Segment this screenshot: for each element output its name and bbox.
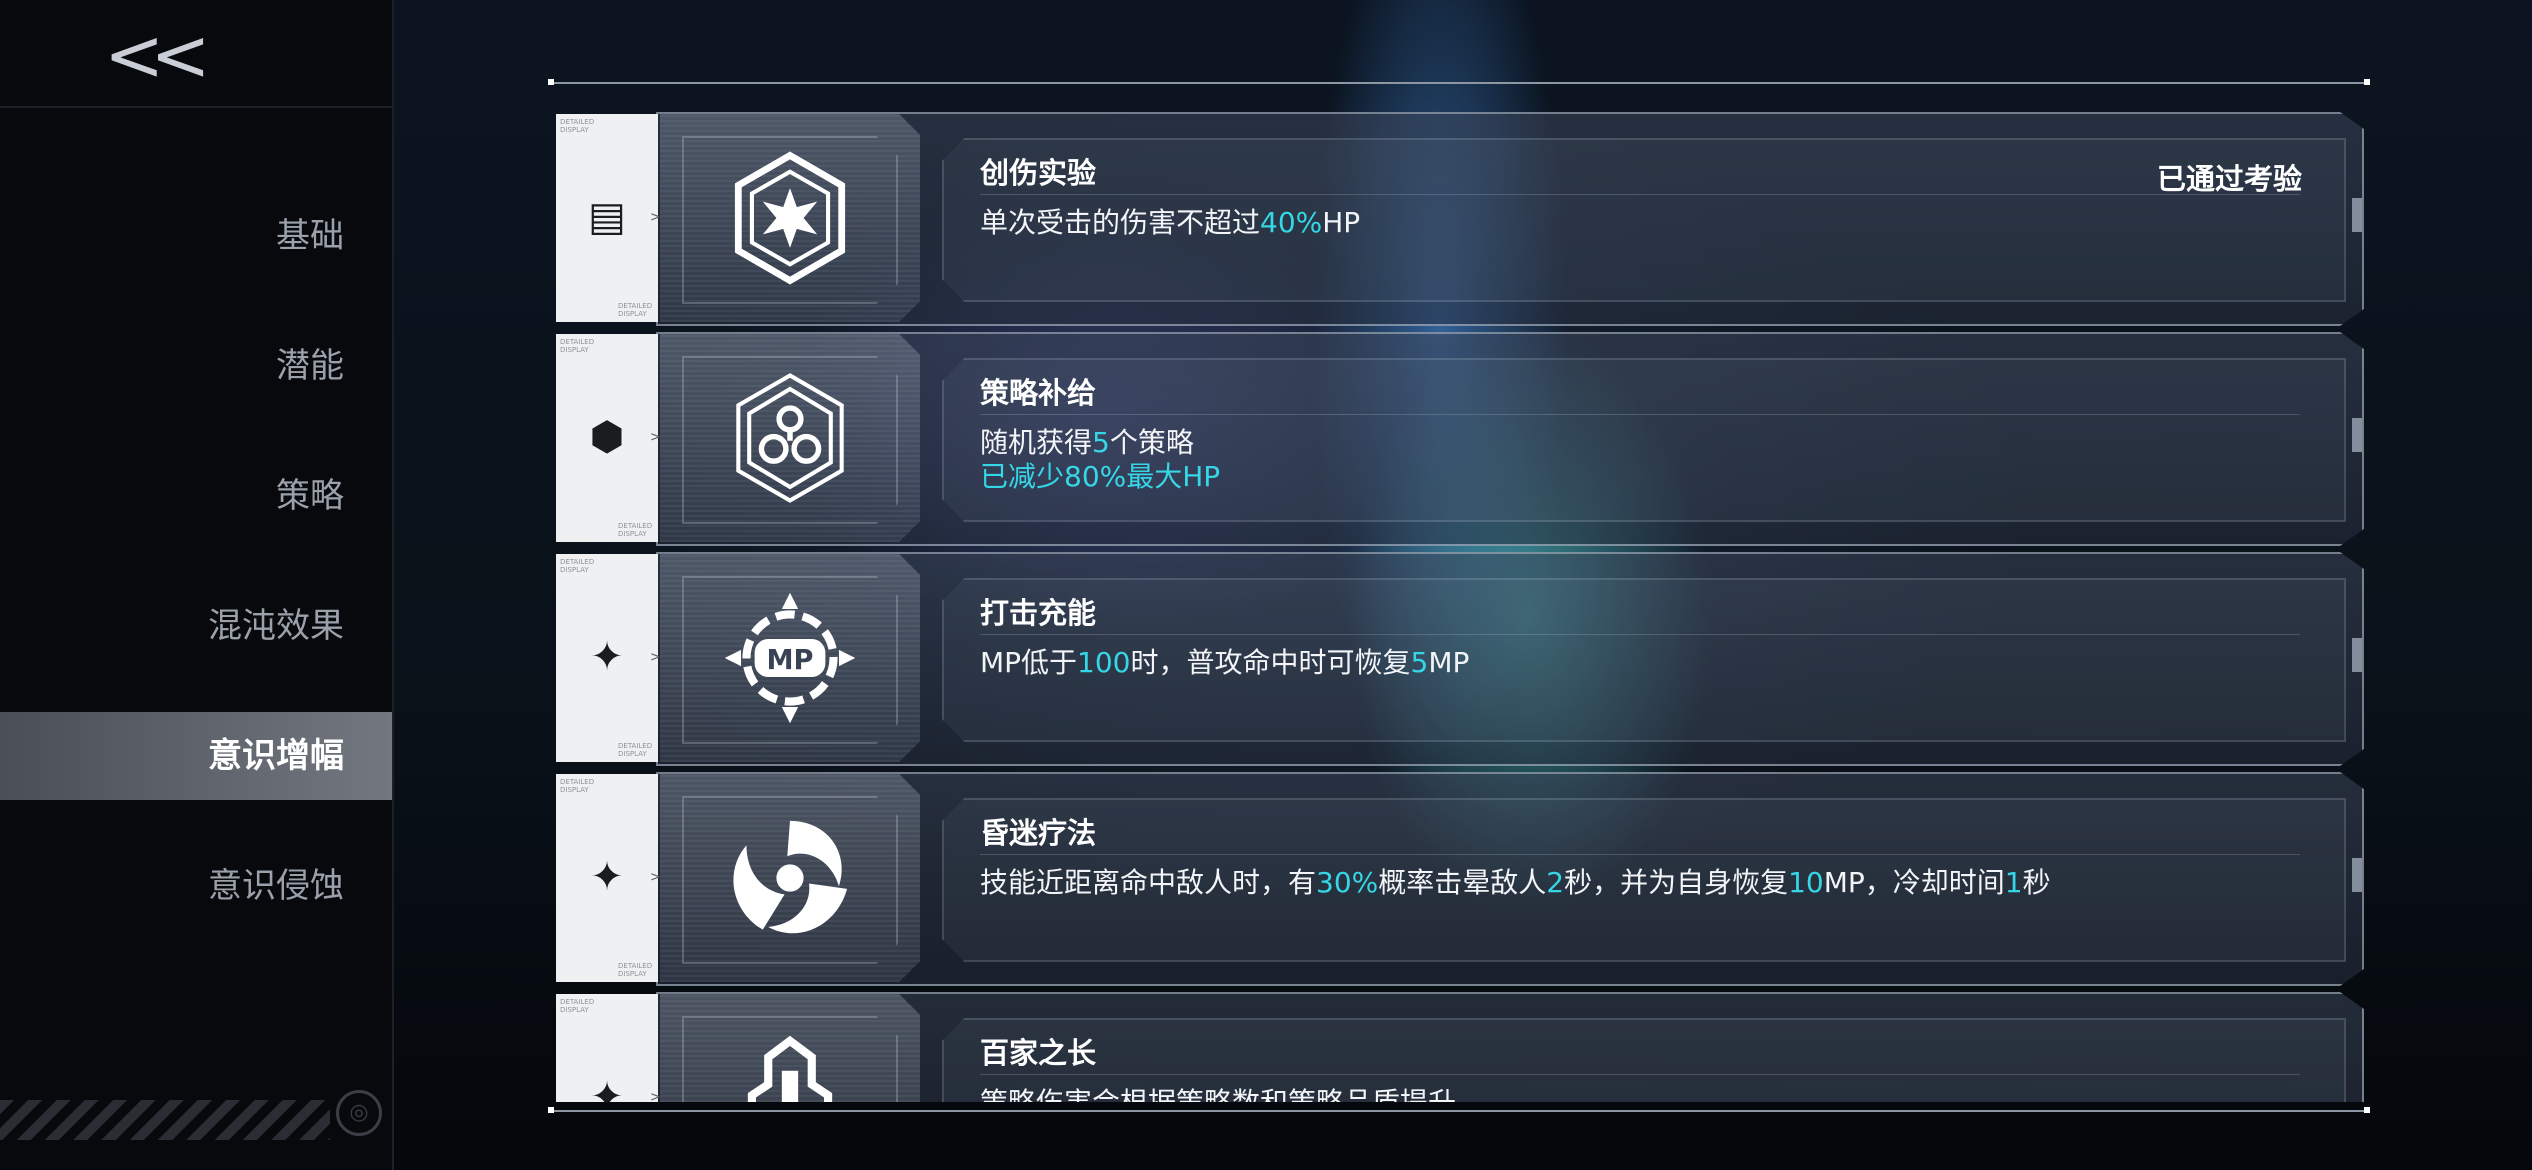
chevron-right-icon: > [650,1090,661,1102]
desc-text: MP，冷却时间 [1823,866,2005,899]
star-icon: ✦ [590,1074,624,1102]
supply-hex-icon [736,373,844,503]
passed-status: 已通过考验 [2156,162,2302,196]
effect-card[interactable]: DETAILED DISPLAY ⬢ > DETAILED DISPLAY 策略… [556,332,2364,546]
desc-highlight: 2 [1546,866,1565,899]
nav-item-basic[interactable]: 基础 [0,192,344,280]
nav-item-consciousness-amplify[interactable]: 意识增幅 [0,712,392,800]
nav-item-chaos-effects[interactable]: 混沌效果 [0,582,344,670]
desc-text: MP低于 [980,646,1078,679]
effect-icon-box [660,774,920,982]
chevron-right-icon: > [650,430,661,445]
mp-charge-icon: MP [724,592,856,724]
effect-description: 单次受击的伤害不超过40%HP [980,206,1360,240]
card-notch [2352,638,2362,672]
stack-icon: ▤ [588,194,626,240]
desc-highlight: 5 [1092,426,1110,459]
info-badge-icon: ◎ [336,1090,382,1136]
card-tag: DETAILED DISPLAY ✦ > DETAILED DISPLAY [556,774,661,982]
tag-label: DETAILED DISPLAY [560,338,595,354]
desc-highlight: 10 [1788,866,1824,899]
desc-text: 技能近距离命中敌人时，有 [980,866,1317,899]
effect-title: 昏迷疗法 [980,816,1097,850]
desc-text: 策略伤害会根据策略数和策略品质提升 [980,1086,1456,1102]
nav-item-strategy[interactable]: 策略 [0,452,344,540]
effect-description: 策略伤害会根据策略数和策略品质提升 [980,1086,1456,1102]
chevron-right-icon: > [650,210,661,225]
vortex-icon [733,820,848,934]
separator [980,854,2300,855]
desc-highlight: 1 [2004,866,2023,899]
tag-label: DETAILED DISPLAY [560,778,595,794]
desc-text: 秒，并为自身恢复 [1564,866,1789,899]
tag-label: DETAILED DISPLAY [618,962,653,978]
card-notch [2352,198,2362,232]
tag-label: DETAILED DISPLAY [560,118,595,134]
desc-highlight: 100 [1077,646,1131,679]
desc-text: 单次受击的伤害不超过 [980,206,1261,239]
effect-card[interactable]: DETAILED DISPLAY ✦ > DETAILED DISPLAY 昏迷… [556,772,2364,986]
effect-icon-box [660,114,920,322]
sidebar-divider [0,106,392,108]
desc-text: 时，普攻命中时可恢复 [1130,646,1411,679]
effects-list[interactable]: DETAILED DISPLAY ▤ > DETAILED DISPLAY 创伤… [556,110,2366,1102]
separator [980,634,2300,635]
tag-label: DETAILED DISPLAY [618,522,653,538]
effect-title: 百家之长 [980,1036,1097,1070]
tag-label: DETAILED DISPLAY [618,742,653,758]
desc-text: MP [1428,646,1470,679]
nav-item-potential[interactable]: 潜能 [0,322,344,410]
card-tag: DETAILED DISPLAY ▤ > DETAILED DISPLAY [556,114,661,322]
tag-label: DETAILED DISPLAY [618,302,653,318]
effect-description: 技能近距离命中敌人时，有30%概率击晕敌人2秒，并为自身恢复10MP，冷却时间1… [980,866,2051,900]
chevron-right-icon: > [650,650,661,665]
effect-description: MP低于100时，普攻命中时可恢复5MP [980,646,1469,680]
svg-text:MP: MP [767,645,814,676]
card-notch [2352,418,2362,452]
tag-label: DETAILED DISPLAY [560,998,595,1014]
desc-text: HP [1322,206,1361,239]
tower-icon [747,1035,833,1102]
effect-card[interactable]: DETAILED DISPLAY ✦ > DETAILED DISPLAY MP… [556,552,2364,766]
effect-card[interactable]: DETAILED DISPLAY ▤ > DETAILED DISPLAY 创伤… [556,112,2364,326]
desc-text: 秒 [2022,866,2051,899]
separator [980,414,2300,415]
list-top-border [548,79,2370,85]
desc-text: 概率击晕敌人 [1378,866,1547,899]
desc-highlight: 30% [1316,866,1379,899]
card-tag: DETAILED DISPLAY ✦ > DETAILED DISPLAY [556,554,661,762]
desc-highlight: 5 [1410,646,1429,679]
tag-label: DETAILED DISPLAY [560,558,595,574]
effect-icon-box [660,334,920,542]
effect-description: 随机获得5个策略 [980,426,1194,460]
star-icon: ✦ [590,854,624,900]
separator [980,194,2300,195]
card-tag: DETAILED DISPLAY ⬢ > DETAILED DISPLAY [556,334,661,542]
back-button[interactable]: << [104,19,214,91]
effect-card[interactable]: DETAILED DISPLAY ✦ > 百家之长 策略伤害会根据策略数和策略品… [556,992,2364,1102]
effect-title: 打击充能 [980,596,1097,630]
effect-title: 创伤实验 [980,156,1097,190]
nav-item-consciousness-erosion[interactable]: 意识侵蚀 [0,842,344,930]
shield-badge-icon: ⬢ [589,414,625,460]
hp-penalty-note: 已减少80%最大HP [980,460,1221,493]
separator [980,1074,2300,1075]
desc-text: 随机获得 [980,426,1093,459]
card-tag: DETAILED DISPLAY ✦ > [556,994,661,1102]
sidebar: << 基础 潜能 策略 混沌效果 意识增幅 意识侵蚀 ◎ [0,0,394,1170]
trauma-burst-icon [734,151,846,285]
effect-icon-box [660,994,920,1102]
star-icon: ✦ [590,634,624,680]
chevron-right-icon: > [650,870,661,885]
hatch-decoration [0,1100,330,1140]
desc-text: 个策略 [1109,426,1194,459]
desc-highlight: 40% [1260,206,1323,239]
list-bottom-border [548,1107,2370,1113]
effect-icon-box: MP [660,554,920,762]
card-notch [2352,858,2362,892]
effect-title: 策略补给 [980,376,1097,410]
